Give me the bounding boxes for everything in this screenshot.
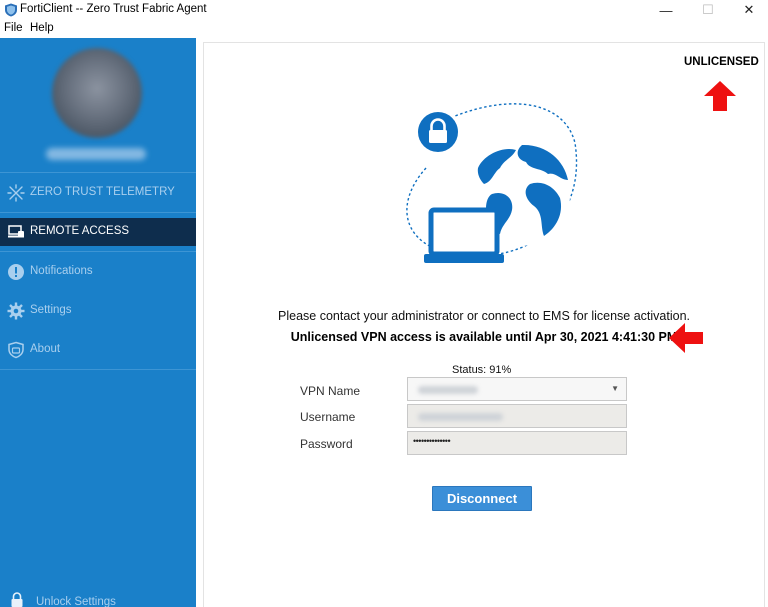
license-status: UNLICENSED bbox=[684, 56, 759, 68]
sidebar-divider bbox=[0, 172, 196, 173]
unlock-settings-button[interactable]: Unlock Settings bbox=[0, 588, 196, 607]
minimize-button[interactable]: — bbox=[646, 0, 686, 20]
vpn-illustration bbox=[406, 103, 578, 263]
password-mask: •••••••••••••• bbox=[413, 436, 451, 446]
sidebar-divider bbox=[0, 369, 196, 370]
sidebar-item-remote-access[interactable]: REMOTE ACCESS bbox=[0, 218, 196, 246]
sidebar: ZERO TRUST TELEMETRY REMOTE ACCESS Notif… bbox=[0, 38, 196, 607]
vpn-name-label: VPN Name bbox=[300, 384, 361, 398]
connection-status: Status: 91% bbox=[452, 364, 512, 376]
annotation-arrow-up-icon bbox=[704, 81, 736, 111]
menu-help[interactable]: Help bbox=[30, 22, 54, 34]
laptop-icon bbox=[424, 207, 504, 263]
license-message: Please contact your administrator or con… bbox=[278, 309, 690, 323]
username-redacted bbox=[46, 148, 146, 160]
forticlient-shield-icon bbox=[5, 3, 17, 17]
sidebar-item-notifications[interactable]: Notifications bbox=[0, 258, 196, 286]
sidebar-divider bbox=[0, 212, 196, 213]
vpn-name-redacted bbox=[418, 386, 478, 394]
window-title: FortiClient -- Zero Trust Fabric Agent bbox=[20, 3, 207, 15]
password-field[interactable]: •••••••••••••• bbox=[407, 431, 627, 455]
title-bar: FortiClient -- Zero Trust Fabric Agent —… bbox=[0, 0, 768, 20]
alert-icon bbox=[8, 264, 24, 280]
sidebar-item-settings[interactable]: Settings bbox=[0, 297, 196, 325]
username-field[interactable] bbox=[407, 404, 627, 428]
username-label: Username bbox=[300, 410, 356, 424]
password-label: Password bbox=[300, 437, 353, 451]
sidebar-item-about[interactable]: About bbox=[0, 336, 196, 364]
sidebar-item-label: Settings bbox=[30, 304, 72, 316]
sidebar-item-label: About bbox=[30, 343, 61, 355]
lock-icon bbox=[11, 592, 23, 607]
avatar bbox=[52, 48, 142, 138]
annotation-arrow-left-icon bbox=[669, 323, 703, 353]
sidebar-item-label: ZERO TRUST TELEMETRY bbox=[30, 186, 175, 198]
close-button[interactable]: ✕ bbox=[729, 0, 768, 20]
vpn-name-select[interactable]: ▼ bbox=[407, 377, 627, 401]
menu-bar: File Help bbox=[0, 20, 768, 38]
unlock-settings-label: Unlock Settings bbox=[36, 596, 116, 607]
sidebar-item-zero-trust-telemetry[interactable]: ZERO TRUST TELEMETRY bbox=[0, 179, 196, 207]
sidebar-divider bbox=[0, 251, 196, 252]
remote-access-icon bbox=[8, 225, 24, 238]
username-redacted bbox=[418, 413, 503, 421]
disconnect-button[interactable]: Disconnect bbox=[432, 486, 532, 511]
maximize-button[interactable]: ☐ bbox=[688, 0, 728, 20]
sidebar-item-label: Notifications bbox=[30, 265, 93, 277]
menu-file[interactable]: File bbox=[4, 22, 23, 34]
sidebar-item-label: REMOTE ACCESS bbox=[30, 225, 130, 237]
shield-icon bbox=[8, 341, 24, 359]
zero-trust-icon bbox=[7, 184, 25, 202]
gear-icon bbox=[7, 302, 25, 320]
chevron-down-icon: ▼ bbox=[611, 384, 619, 393]
